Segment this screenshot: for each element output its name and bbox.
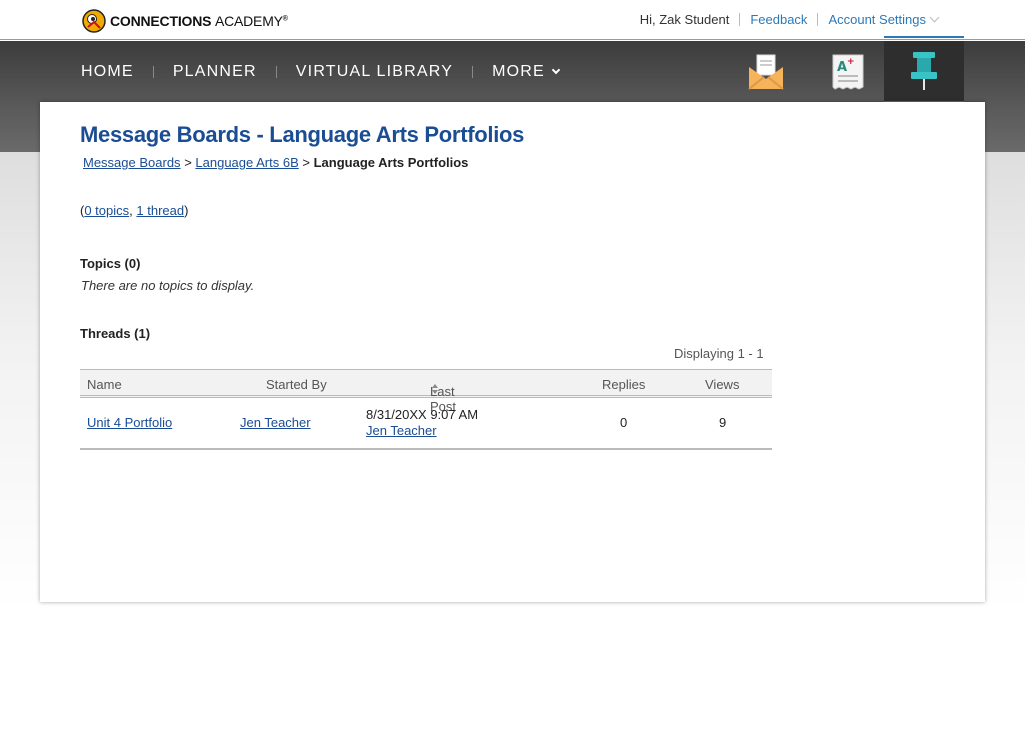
thread-started-by-link[interactable]: Jen Teacher xyxy=(240,415,311,430)
thread-name-link[interactable]: Unit 4 Portfolio xyxy=(87,415,172,430)
logo[interactable]: CONNECTIONS ACADEMY® xyxy=(82,9,288,33)
breadcrumb: Message Boards > Language Arts 6B > Lang… xyxy=(83,155,468,170)
breadcrumb-message-boards[interactable]: Message Boards xyxy=(83,155,181,170)
user-menu: Hi, Zak Student Feedback Account Setting… xyxy=(639,12,940,27)
replies-count: 0 xyxy=(620,415,628,430)
topics-count-link[interactable]: 0 topics xyxy=(84,203,129,218)
nav-more[interactable]: MORE xyxy=(492,63,561,81)
nav-divider xyxy=(152,66,154,78)
top-bar: CONNECTIONS ACADEMY® Hi, Zak Student Fee… xyxy=(0,0,1025,40)
last-post-author-link[interactable]: Jen Teacher xyxy=(366,423,437,438)
topics-heading: Topics (0) xyxy=(80,256,141,271)
breadcrumb-separator: > xyxy=(302,155,310,170)
mail-envelope-icon xyxy=(748,54,784,90)
breadcrumb-current: Language Arts Portfolios xyxy=(313,155,469,170)
nav-virtual-library[interactable]: VIRTUAL LIBRARY xyxy=(296,63,453,81)
nav-divider xyxy=(275,66,277,78)
nav-home[interactable]: HOME xyxy=(81,63,134,81)
sort-icon xyxy=(432,384,438,394)
threads-table: Name Started By Last Post Replies Views … xyxy=(80,369,772,450)
column-replies[interactable]: Replies xyxy=(602,377,645,392)
nav-grades[interactable]: A + xyxy=(808,41,888,102)
graded-paper-icon: A + xyxy=(832,54,864,90)
nav-messages[interactable] xyxy=(726,41,806,102)
breadcrumb-language-arts-6b[interactable]: Language Arts 6B xyxy=(195,155,298,170)
nav-planner[interactable]: PLANNER xyxy=(173,63,257,81)
brand-mark: ® xyxy=(282,15,288,23)
nav-message-boards[interactable] xyxy=(884,41,964,104)
breadcrumb-separator: > xyxy=(184,155,192,170)
page-title: Message Boards - Language Arts Portfolio… xyxy=(80,122,525,147)
last-post-date: 8/31/20XX 9:07 AM xyxy=(366,407,479,422)
main-nav: HOME PLANNER VIRTUAL LIBRARY MORE xyxy=(81,61,561,83)
no-topics-message: There are no topics to display. xyxy=(81,278,255,293)
views-count: 9 xyxy=(719,415,727,430)
column-views[interactable]: Views xyxy=(705,377,739,392)
threads-heading: Threads (1) xyxy=(80,326,151,341)
nav-more-label: MORE xyxy=(492,63,545,80)
greeting: Hi, Zak Student xyxy=(639,12,730,27)
column-started-by[interactable]: Started By xyxy=(266,377,327,392)
account-settings-underline xyxy=(884,36,964,38)
mascot-icon xyxy=(82,9,106,33)
counts-comma: , xyxy=(129,203,133,218)
chevron-down-icon[interactable] xyxy=(929,12,940,23)
brand-name: CONNECTIONS ACADEMY® xyxy=(110,13,288,29)
svg-text:A: A xyxy=(837,60,847,75)
divider xyxy=(739,13,741,26)
board-counts: (0 topics, 1 thread) xyxy=(80,203,188,218)
feedback-link[interactable]: Feedback xyxy=(750,12,807,27)
content-card: Message Boards - Language Arts Portfolio… xyxy=(40,102,985,602)
counts-close-paren: ) xyxy=(184,203,189,218)
threads-count-link[interactable]: 1 thread xyxy=(136,203,184,218)
pushpin-icon xyxy=(911,52,937,90)
table-row: Unit 4 Portfolio Jen Teacher 8/31/20XX 9… xyxy=(80,398,772,450)
column-name[interactable]: Name xyxy=(87,377,122,392)
brand-name-light: ACADEMY xyxy=(214,13,283,29)
table-header: Name Started By Last Post Replies Views xyxy=(80,369,772,414)
nav-divider xyxy=(472,66,474,78)
svg-text:+: + xyxy=(847,57,855,67)
displaying-range: Displaying 1 - 1 xyxy=(674,346,764,361)
divider xyxy=(817,13,819,26)
chevron-down-icon xyxy=(551,65,561,75)
account-settings-link[interactable]: Account Settings xyxy=(828,12,926,27)
brand-name-bold: CONNECTIONS xyxy=(110,13,212,29)
